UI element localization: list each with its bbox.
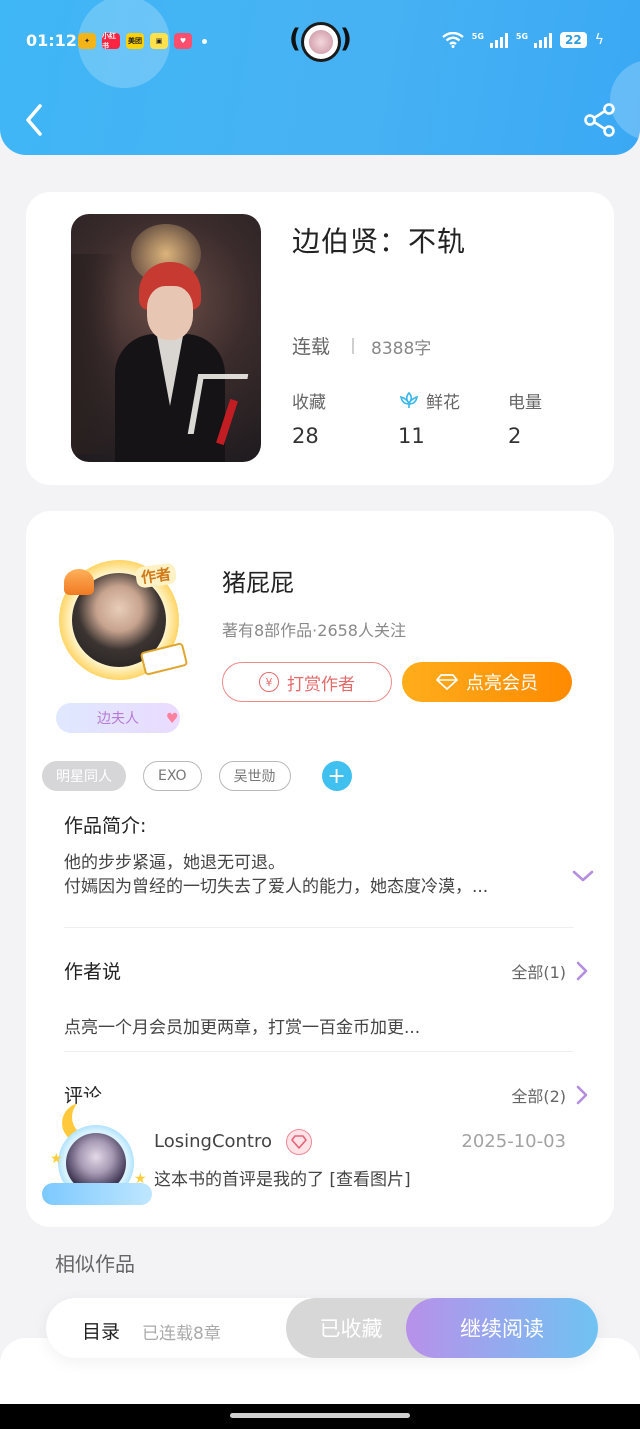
author-says-text[interactable]: 点亮一个月会员加更两章，打赏一百金币加更...: [64, 1013, 420, 1038]
divider: [64, 927, 574, 928]
comment-username[interactable]: LosingContro: [154, 1131, 272, 1152]
island-right-wave: ): [340, 24, 352, 54]
stat-value: 28: [292, 424, 319, 448]
lamp-icon: [64, 569, 94, 595]
status-time: 01:12: [26, 31, 77, 50]
book-title: 边伯贤：不轨: [292, 225, 467, 258]
comment-text[interactable]: 这本书的首评是我的了 [查看图片]: [154, 1165, 411, 1190]
intro-title: 作品简介:: [64, 815, 147, 837]
vip-diamond-icon: [286, 1129, 312, 1155]
fan-badge: 边夫人: [56, 703, 180, 733]
star-icon: ★: [134, 1171, 147, 1187]
status-app-icons: ✦ 小红书 美团 ▣ ♥: [78, 32, 207, 50]
status-more-dot: [202, 38, 207, 44]
stat-flowers[interactable]: 鲜花 11: [398, 388, 460, 448]
author-meta: 著有8部作品·2658人关注: [222, 621, 406, 640]
toc-button[interactable]: 目录: [82, 1317, 120, 1344]
stat-value: 11: [398, 424, 425, 448]
meituan-icon: 美团: [126, 33, 144, 49]
cover-title-mark: [187, 374, 249, 434]
share-icon[interactable]: [582, 102, 618, 138]
tip-author-button[interactable]: ¥ 打赏作者: [222, 662, 392, 702]
book-status: 连载: [292, 336, 331, 358]
tag-list: 明星同人 EXO 吴世勋 +: [42, 761, 352, 791]
heart-icon: ♥: [166, 711, 179, 727]
tip-author-label: 打赏作者: [287, 674, 355, 695]
network-5g-label: 5G: [515, 32, 529, 41]
intro-line: 付嫣因为曾经的一切失去了爱人的能力，她态度冷漠，...: [64, 877, 489, 897]
tag-item[interactable]: 吴世勋: [218, 761, 291, 791]
divider: [352, 338, 354, 354]
comment-date: 2025-10-03: [461, 1131, 566, 1152]
author-says-more-link[interactable]: 全部(1): [511, 959, 588, 983]
signal-icon: [534, 32, 553, 48]
stat-label: 电量: [508, 392, 542, 413]
cover-figure-face: [147, 286, 193, 340]
signal-icon: [489, 32, 508, 48]
chapter-count: 已连载8章: [142, 1324, 221, 1344]
author-name[interactable]: 猪屁屁: [222, 563, 294, 598]
activate-vip-button[interactable]: 点亮会员: [402, 662, 572, 702]
intro-line: 他的步步紧逼，她退无可退。: [64, 853, 285, 873]
island-avatar-icon: [309, 30, 333, 54]
xiaohongshu-icon: 小红书: [102, 32, 120, 50]
book-info-card: 边伯贤：不轨 连载 8388字 收藏 28 鲜花 11 电量 2: [26, 192, 614, 485]
continue-reading-button[interactable]: 继续阅读: [406, 1298, 598, 1358]
intro-text[interactable]: 他的步步紧逼，她退无可退。 付嫣因为曾经的一切失去了爱人的能力，她态度冷漠，..…: [64, 851, 554, 899]
book-word-count: 8388字: [371, 339, 432, 359]
heart-app-icon: ♥: [174, 33, 192, 49]
divider: [64, 1051, 574, 1052]
back-icon[interactable]: [18, 100, 52, 140]
header: 01:12 ✦ 小红书 美团 ▣ ♥ ( ) 5G 5G 22 ϟ: [0, 0, 640, 155]
wifi-icon: [442, 32, 464, 48]
cover-shadow: [71, 254, 121, 454]
similar-works-title: 相似作品: [55, 1252, 135, 1276]
flower-icon: [399, 391, 419, 408]
stat-power: 电量 2: [508, 388, 542, 449]
stat-label: 鲜花: [426, 392, 460, 413]
tag-item[interactable]: EXO: [143, 761, 202, 791]
author-says-title: 作者说: [64, 961, 122, 983]
app-notification-icon: ✦: [78, 33, 96, 49]
tv-app-icon: ▣: [150, 33, 168, 49]
add-tag-icon[interactable]: +: [321, 761, 352, 791]
status-right: 5G 5G 22 ϟ: [442, 32, 604, 48]
chevron-down-icon[interactable]: [570, 867, 596, 885]
chevron-right-icon: [576, 961, 588, 981]
author-badge: 作者: [134, 562, 178, 589]
comments-more-link[interactable]: 全部(2): [511, 1083, 588, 1107]
charging-icon: ϟ: [594, 32, 604, 48]
more-label: 全部(1): [511, 963, 566, 982]
battery-indicator: 22: [560, 32, 587, 48]
star-icon: ★: [50, 1151, 63, 1167]
tag-item[interactable]: 明星同人: [42, 761, 126, 791]
network-5g-label: 5G: [471, 32, 484, 41]
commenter-avatar[interactable]: ★ ★: [42, 1097, 154, 1211]
dynamic-island-avatar: [301, 22, 341, 62]
book-cover-image[interactable]: [71, 214, 261, 462]
author-avatar[interactable]: 作者: [54, 555, 189, 685]
more-label: 全部(2): [511, 1087, 566, 1106]
chevron-right-icon: [576, 1085, 588, 1105]
island-left-wave: (: [289, 24, 301, 54]
home-indicator[interactable]: [230, 1413, 410, 1418]
bottom-action-bar: 目录 已连载8章 已收藏 继续阅读: [46, 1298, 598, 1358]
stat-value: 2: [508, 424, 522, 448]
stat-label-row: 鲜花: [398, 388, 460, 413]
yen-coin-icon: ¥: [259, 672, 279, 692]
activate-vip-label: 点亮会员: [466, 673, 538, 694]
book-detail-card: 作者 边夫人 ♥ 猪屁屁 著有8部作品·2658人关注 ¥ 打赏作者 点亮会员 …: [26, 511, 614, 1227]
stat-label: 收藏: [292, 392, 326, 413]
diamond-icon: [436, 674, 458, 690]
stat-favorites: 收藏 28: [292, 388, 326, 449]
